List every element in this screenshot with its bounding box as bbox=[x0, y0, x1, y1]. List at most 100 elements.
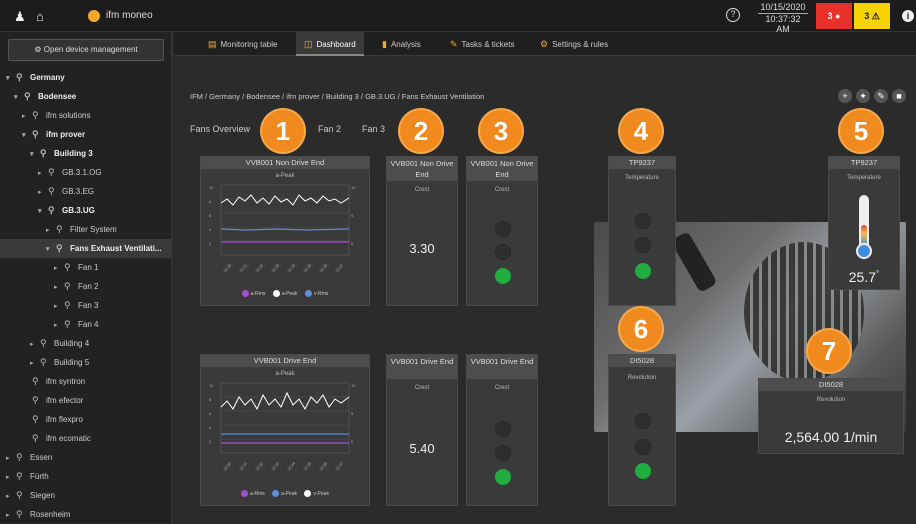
tree-item[interactable]: ▸ ⚲ Fürth bbox=[6, 467, 49, 486]
alarm-red-badge[interactable]: 3 ● bbox=[816, 3, 852, 29]
legend-label: a-Rms bbox=[250, 490, 265, 497]
tree-item[interactable]: ⚲ ifm flexpro bbox=[22, 410, 83, 429]
status-widget-drive-end[interactable]: VVB001 Drive End Crest bbox=[466, 354, 538, 506]
tree-item[interactable]: ▸ ⚲ Siegen bbox=[6, 486, 55, 505]
tree-item[interactable]: ⚲ ifm efector bbox=[22, 391, 83, 410]
tree-item[interactable]: ▸ ⚲ Building 5 bbox=[30, 353, 89, 372]
legend-item[interactable]: v-Rms bbox=[304, 290, 328, 297]
legend-item[interactable]: a-Peak bbox=[272, 290, 298, 297]
status-lamp-green bbox=[495, 469, 511, 485]
tree-item[interactable]: ▸ ⚲ GB.3.1.OG bbox=[38, 163, 102, 182]
home-icon[interactable]: ⌂ bbox=[36, 9, 44, 24]
tree-expand-icon[interactable]: ▸ bbox=[30, 340, 40, 348]
tree-item[interactable]: ▸ ⚲ Fan 4 bbox=[54, 315, 98, 334]
tree-item[interactable]: ⚲ ifm syntron bbox=[22, 372, 85, 391]
tree-item[interactable]: ▸ ⚲ GB.3.EG bbox=[38, 182, 94, 201]
svg-text:10:30: 10:30 bbox=[222, 262, 233, 273]
tree-expand-icon[interactable]: ▸ bbox=[30, 359, 40, 367]
tree-expand-icon[interactable]: ▸ bbox=[54, 302, 64, 310]
status-lamp-red bbox=[495, 421, 511, 437]
revolution-widget[interactable]: DI5028 Revolution 2,564.00 1/min bbox=[758, 378, 904, 454]
tree-expand-icon[interactable]: ▸ bbox=[54, 321, 64, 329]
tree-item[interactable]: ▸ ⚲ Essen bbox=[6, 448, 52, 467]
delete-icon[interactable]: ■ bbox=[892, 89, 906, 103]
tree-item[interactable]: ▸ ⚲ Filter System bbox=[46, 220, 117, 239]
tree-item[interactable]: ▾ ⚲ Bodensee bbox=[14, 87, 76, 106]
tree-expand-icon[interactable]: ▸ bbox=[38, 188, 48, 196]
legend-item[interactable]: a-Rms bbox=[241, 490, 265, 497]
help-icon[interactable]: ? bbox=[726, 8, 740, 22]
tree-item[interactable]: ▸ ⚲ Building 4 bbox=[30, 334, 89, 353]
open-device-management-button[interactable]: ⚙ Open device management bbox=[8, 39, 164, 61]
tab-settings-rules[interactable]: ⚙ Settings & rules bbox=[532, 32, 616, 56]
value-widget-non-drive-end[interactable]: VVB001 Non Drive End Crest 3.30 bbox=[386, 156, 458, 306]
tree-item-label: GB.3.EG bbox=[62, 187, 95, 196]
dashboard-icon: ◫ bbox=[304, 39, 313, 49]
legend-item[interactable]: a-Rms bbox=[241, 290, 265, 297]
temperature-widget[interactable]: TP9237 Temperature 25.7° bbox=[828, 156, 900, 290]
tree-expand-icon[interactable]: ▾ bbox=[38, 207, 48, 215]
tree-expand-icon[interactable]: ▸ bbox=[54, 264, 64, 272]
revolution-value: 2,564.00 1/min bbox=[784, 429, 878, 445]
tree-expand-icon[interactable]: ▸ bbox=[6, 511, 16, 519]
status-lamp-yellow bbox=[495, 244, 511, 260]
tree-item[interactable]: ▸ ⚲ ifm solutions bbox=[22, 106, 90, 125]
tree-expand-icon[interactable]: ▸ bbox=[46, 226, 56, 234]
svg-text:5: 5 bbox=[351, 213, 354, 218]
user-icon[interactable]: ♟ bbox=[14, 9, 26, 25]
location-pin-icon: ⚲ bbox=[16, 452, 23, 462]
tree-item[interactable]: ▸ ⚲ Fan 1 bbox=[54, 258, 98, 277]
location-pin-icon: ⚲ bbox=[64, 262, 71, 272]
tree-expand-icon[interactable]: ▾ bbox=[30, 150, 40, 158]
legend-item[interactable]: v-Peak bbox=[304, 490, 329, 497]
tree-expand-icon[interactable]: ▸ bbox=[22, 112, 32, 120]
tab-tasks-tickets[interactable]: ✎ Tasks & tickets bbox=[442, 32, 522, 56]
tab-analysis[interactable]: ▮ Analysis bbox=[374, 32, 429, 56]
tree-item[interactable]: ▸ ⚲ Rosenheim bbox=[6, 505, 70, 524]
tree-expand-icon[interactable]: ▸ bbox=[6, 473, 16, 481]
tree-expand-icon[interactable]: ▾ bbox=[22, 131, 32, 139]
crest-value: 5.40 bbox=[409, 441, 435, 456]
tree-item[interactable]: ⚲ ifm ecomatic bbox=[22, 429, 91, 448]
tree-item[interactable]: ▸ ⚲ Fan 2 bbox=[54, 277, 98, 296]
tree-expand-icon[interactable]: ▾ bbox=[46, 245, 56, 253]
pin-icon[interactable]: ✦ bbox=[856, 89, 870, 103]
tree-item[interactable]: ▾ ⚲ Building 3 bbox=[30, 144, 93, 163]
subtab-fan-3[interactable]: Fan 3 bbox=[362, 124, 385, 134]
alarm-yellow-badge[interactable]: 3 ⚠ bbox=[854, 3, 890, 29]
status-widget-non-drive-end[interactable]: VVB001 Non Drive End Crest bbox=[466, 156, 538, 306]
status-widget-tp9237[interactable]: TP9237 Temperature bbox=[608, 156, 676, 306]
settings-icon: ⚙ bbox=[540, 39, 549, 49]
tree-item[interactable]: ▸ ⚲ Fan 3 bbox=[54, 296, 98, 315]
tree-item-label: Fans Exhaust Ventilati... bbox=[70, 244, 162, 253]
legend-item[interactable]: a-Peak bbox=[272, 490, 297, 497]
widget-title: VVB001 Drive End bbox=[387, 355, 457, 379]
edit-icon[interactable]: ✎ bbox=[874, 89, 888, 103]
tree-item[interactable]: ▾ ⚲ ifm prover bbox=[22, 125, 85, 144]
value-widget-drive-end[interactable]: VVB001 Drive End Crest 5.40 bbox=[386, 354, 458, 506]
tree-item-label: Fürth bbox=[30, 472, 49, 481]
tree-expand-icon[interactable]: ▸ bbox=[54, 283, 64, 291]
tree-item-label: ifm efector bbox=[46, 396, 84, 405]
tree-expand-icon[interactable]: ▸ bbox=[6, 454, 16, 462]
tree-item[interactable]: ▾ ⚲ Germany bbox=[6, 68, 65, 87]
subtab-fan-2[interactable]: Fan 2 bbox=[318, 124, 341, 134]
chart-widget-drive-end[interactable]: VVB001 Drive End a-Peak 10 8 6 4 2 10 5 0 10:3… bbox=[200, 354, 370, 506]
add-icon[interactable]: + bbox=[838, 89, 852, 103]
status-widget-di5028[interactable]: DI5028 Revolution bbox=[608, 354, 676, 506]
chart-widget-non-drive-end[interactable]: VVB001 Non Drive End a-Peak 10 8 6 4 2 10 5 0 … bbox=[200, 156, 370, 306]
bell-icon: ● bbox=[835, 11, 841, 21]
tab-dashboard[interactable]: ◫ Dashboard bbox=[296, 32, 364, 56]
info-icon[interactable]: i bbox=[902, 10, 914, 22]
location-pin-icon: ⚲ bbox=[64, 319, 71, 329]
tree-item[interactable]: ▾ ⚲ GB.3.UG bbox=[38, 201, 95, 220]
tree-expand-icon[interactable]: ▸ bbox=[38, 169, 48, 177]
sensor-cable-image bbox=[670, 231, 718, 293]
tree-item[interactable]: ▾ ⚲ Fans Exhaust Ventilati... bbox=[0, 239, 172, 258]
subtab-fans-overview[interactable]: Fans Overview bbox=[190, 124, 250, 134]
tree-expand-icon[interactable]: ▾ bbox=[6, 74, 16, 82]
tab-monitoring-table[interactable]: ▤ Monitoring table bbox=[200, 32, 285, 56]
tree-expand-icon[interactable]: ▾ bbox=[14, 93, 24, 101]
tree-expand-icon[interactable]: ▸ bbox=[6, 492, 16, 500]
rms-series-line bbox=[220, 228, 350, 231]
